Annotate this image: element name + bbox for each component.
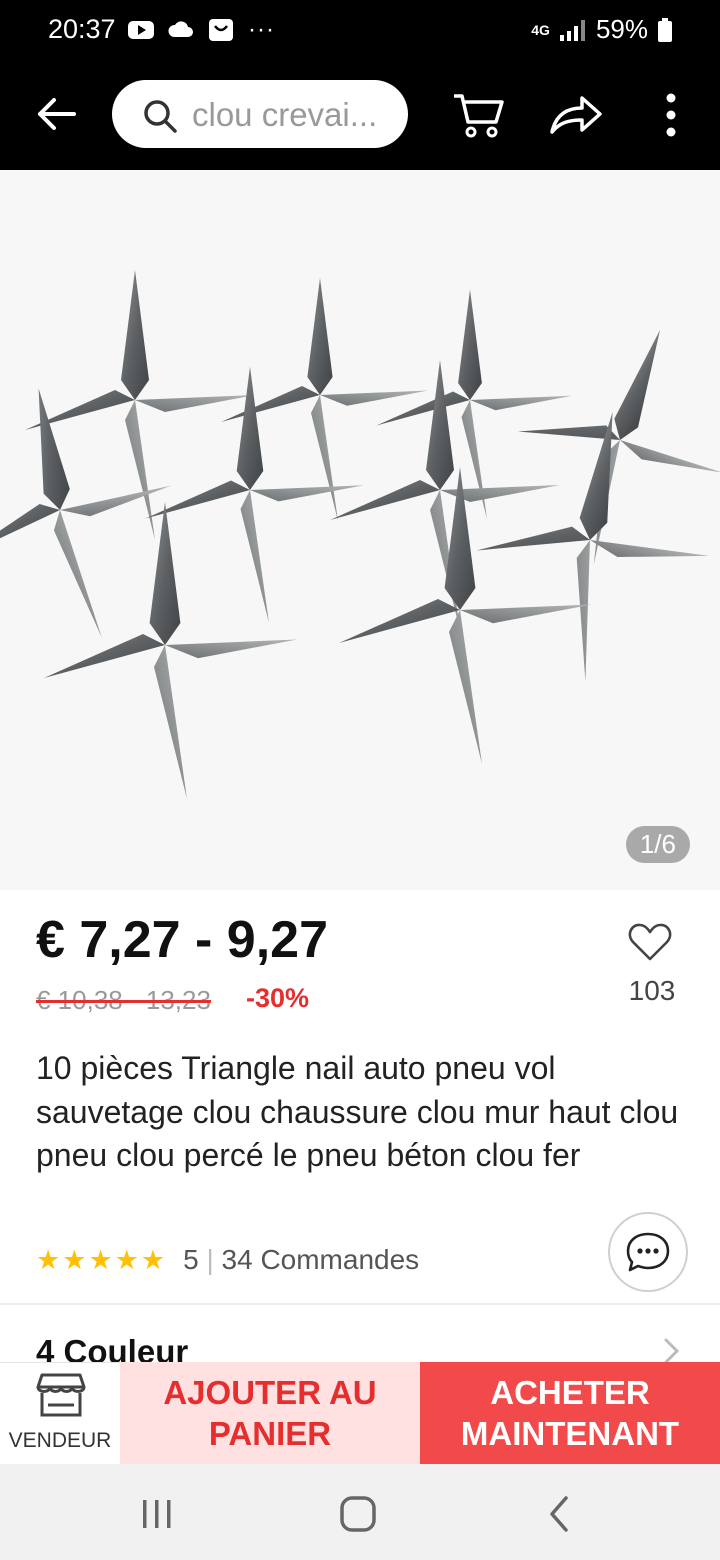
star-icon: ★ (88, 1244, 113, 1275)
notification-icons: ··· (128, 16, 275, 44)
search-query: clou crevai... (192, 96, 378, 133)
home-icon[interactable] (338, 1494, 378, 1534)
network-label: 4G (531, 21, 550, 38)
buy-now-button[interactable]: ACHETER MAINTENANT (420, 1362, 720, 1464)
rating-row[interactable]: ★ ★ ★ ★ ★ 5 | 34 Commandes (36, 1242, 419, 1278)
star-icon: ★ (114, 1244, 139, 1275)
store-icon (36, 1373, 86, 1417)
star-rating: ★ ★ ★ ★ ★ (36, 1244, 166, 1275)
chat-button[interactable] (608, 1212, 688, 1292)
system-nav-bar (0, 1464, 720, 1560)
youtube-icon (128, 21, 154, 39)
bottom-action-bar: VENDEUR AJOUTER AU PANIER ACHETER MAINTE… (0, 1362, 720, 1464)
product-photo (0, 170, 720, 890)
search-input[interactable]: clou crevai... (112, 80, 408, 148)
shopping-bag-icon (209, 19, 233, 41)
add-to-cart-label: AJOUTER AU PANIER (163, 1374, 377, 1452)
image-counter: 1/6 (625, 826, 690, 863)
search-icon (144, 100, 177, 133)
star-icon: ★ (140, 1244, 166, 1275)
search-header: clou crevai... (0, 62, 720, 170)
product-price: € 7,27 - 9,27 (36, 911, 328, 969)
cloud-icon (168, 21, 193, 37)
recents-icon[interactable] (137, 1494, 177, 1534)
buy-now-label: ACHETER MAINTENANT (460, 1374, 680, 1452)
status-right: 4G 59% (531, 14, 672, 45)
product-image-gallery[interactable]: 1/6 (0, 170, 720, 890)
status-time: 20:37 (48, 14, 116, 44)
heart-icon[interactable] (628, 922, 672, 962)
rating-separator: | (206, 1244, 214, 1275)
chat-icon (626, 1232, 670, 1272)
status-bar: 20:37 ··· 4G 59% (0, 0, 720, 62)
section-divider (0, 1303, 720, 1305)
vendor-button[interactable]: VENDEUR (0, 1362, 120, 1464)
add-to-cart-button[interactable]: AJOUTER AU PANIER (120, 1362, 420, 1464)
battery-label: 59% (595, 14, 648, 44)
more-vertical-icon[interactable] (656, 92, 686, 138)
rating-value: 5 (183, 1244, 199, 1275)
star-icon: ★ (36, 1244, 61, 1275)
back-arrow-icon[interactable] (34, 92, 78, 136)
vendor-label: VENDEUR (8, 1429, 112, 1452)
orders-count: 34 Commandes (221, 1244, 420, 1275)
signal-icon (559, 19, 585, 41)
share-icon[interactable] (548, 92, 604, 136)
original-price: € 10,38 - 13,23 (36, 985, 211, 1015)
more-notifications-icon: ··· (248, 16, 275, 43)
discount-badge: -30% (246, 983, 310, 1013)
star-icon: ★ (62, 1244, 87, 1275)
cart-icon[interactable] (452, 88, 504, 140)
back-icon[interactable] (540, 1494, 580, 1534)
product-title: 10 pièces Triangle nail auto pneu vol sa… (36, 1050, 679, 1173)
battery-icon (658, 17, 672, 42)
wishlist-count: 103 (628, 975, 676, 1006)
rating-summary: 5 | 34 Commandes (183, 1244, 419, 1276)
